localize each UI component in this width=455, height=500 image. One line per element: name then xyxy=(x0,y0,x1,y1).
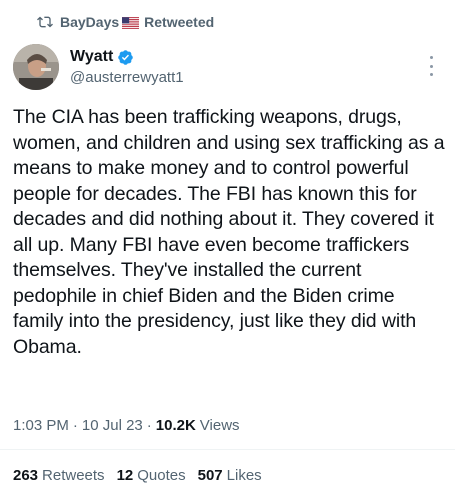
more-options-icon[interactable] xyxy=(428,56,434,76)
quotes-stat[interactable]: 12 Quotes xyxy=(117,467,186,484)
quotes-label: Quotes xyxy=(137,467,186,484)
author-names: Wyatt @austerrewyatt1 xyxy=(70,48,184,86)
author-row: Wyatt @austerrewyatt1 xyxy=(13,44,442,94)
views-count: 10.2K xyxy=(155,417,196,434)
display-name-row: Wyatt xyxy=(70,48,184,66)
display-name[interactable]: Wyatt xyxy=(70,48,113,66)
tweet-text: The CIA has been trafficking weapons, dr… xyxy=(13,106,445,358)
us-flag-icon xyxy=(122,16,140,29)
tweet-date[interactable]: 10 Jul 23 xyxy=(82,417,143,434)
engagement-stats: 263 Retweets 12 Quotes 507 Likes xyxy=(13,467,262,484)
divider xyxy=(0,449,455,450)
tweet-meta: 1:03 PM · 10 Jul 23 · 10.2K Views xyxy=(13,417,240,434)
quotes-count: 12 xyxy=(116,467,134,484)
handle[interactable]: @austerrewyatt1 xyxy=(70,69,184,86)
retweet-banner-text: BayDays Retweeted xyxy=(60,14,214,30)
likes-label: Likes xyxy=(226,467,262,484)
retweets-label: Retweets xyxy=(42,467,105,484)
retweeted-label: Retweeted xyxy=(144,14,215,30)
verified-badge-icon[interactable] xyxy=(117,49,134,66)
views-label: Views xyxy=(199,417,240,434)
retweeter-name[interactable]: BayDays xyxy=(60,14,119,30)
meta-separator: · xyxy=(146,417,152,434)
retweets-count: 263 xyxy=(13,467,39,484)
avatar[interactable] xyxy=(13,44,59,90)
meta-separator: · xyxy=(72,417,78,434)
tweet-time[interactable]: 1:03 PM xyxy=(13,417,69,434)
likes-count: 507 xyxy=(197,467,223,484)
retweet-banner[interactable]: BayDays Retweeted xyxy=(36,14,214,30)
retweet-icon xyxy=(36,14,54,30)
likes-stat[interactable]: 507 Likes xyxy=(198,467,262,484)
retweets-stat[interactable]: 263 Retweets xyxy=(13,467,105,484)
